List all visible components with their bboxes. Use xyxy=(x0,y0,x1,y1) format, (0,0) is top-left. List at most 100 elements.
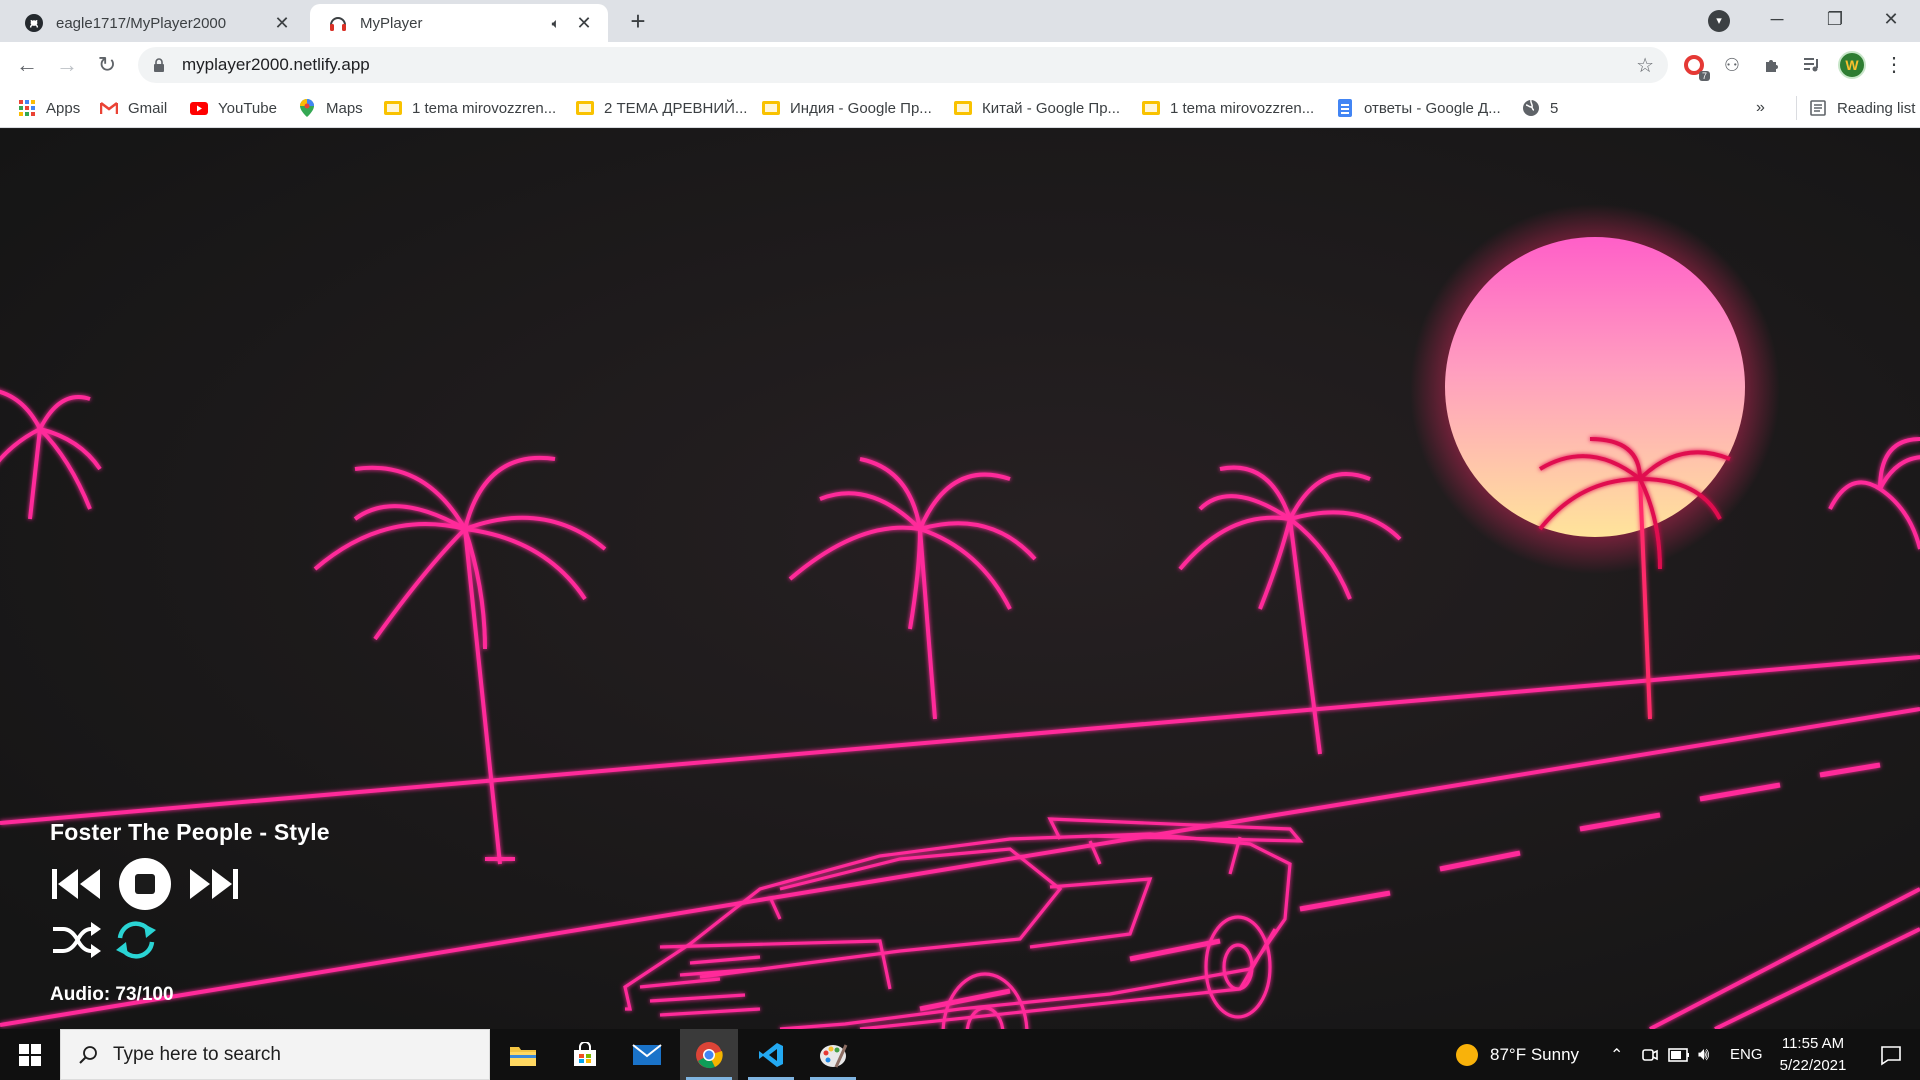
bookmark-label: Maps xyxy=(326,99,363,117)
docs-icon xyxy=(1336,99,1354,117)
github-icon xyxy=(24,13,44,33)
search-icon xyxy=(77,1044,99,1066)
bookmark-slides-1[interactable]: 1 tema mirovozzren... xyxy=(384,96,556,120)
globe-icon xyxy=(1522,99,1540,117)
bookmark-docs[interactable]: ответы - Google Д... xyxy=(1336,96,1501,120)
bookmark-gmail[interactable]: Gmail xyxy=(100,96,167,120)
headphones-icon xyxy=(328,13,348,33)
store-icon xyxy=(574,1041,596,1066)
youtube-icon xyxy=(190,99,208,117)
bookmark-label: ответы - Google Д... xyxy=(1364,99,1501,117)
reading-list-button[interactable]: Reading list xyxy=(1796,96,1915,120)
skip-back-icon xyxy=(52,869,100,899)
close-window-icon[interactable]: ✕ xyxy=(1862,0,1920,40)
vscode-app[interactable] xyxy=(742,1029,800,1080)
search-placeholder: Type here to search xyxy=(113,1043,281,1065)
meet-now-icon[interactable] xyxy=(1640,1029,1658,1080)
skip-forward-icon xyxy=(190,869,238,899)
clock-time: 11:55 AM xyxy=(1781,1035,1845,1052)
chrome-app[interactable] xyxy=(680,1029,738,1080)
clock-date: 5/22/2021 xyxy=(1779,1057,1847,1074)
notification-center-icon[interactable] xyxy=(1862,1029,1920,1080)
url-text[interactable]: myplayer2000.netlify.app xyxy=(182,55,1636,75)
previous-track-button[interactable] xyxy=(50,863,104,905)
tab-strip: eagle1717/MyPlayer2000 ✕ MyPlayer 🔈︎ ✕ +… xyxy=(0,0,1920,42)
bookmark-label: Gmail xyxy=(128,99,168,117)
extension-badge: 7 xyxy=(1698,71,1710,81)
minimize-icon[interactable]: ─ xyxy=(1748,0,1806,40)
next-track-button[interactable] xyxy=(186,863,240,905)
start-button[interactable] xyxy=(0,1029,60,1080)
maps-pin-icon xyxy=(298,99,316,117)
volume-icon[interactable]: 🔊︎ xyxy=(1698,1029,1709,1080)
language-indicator[interactable]: ENG xyxy=(1730,1029,1763,1080)
slides-icon xyxy=(384,99,402,117)
windows-taskbar: Type here to search 87°F Sunny ⌃ 🔊︎ ENG … xyxy=(0,1029,1920,1080)
reading-list-label: Reading list xyxy=(1837,99,1916,117)
media-control-icon[interactable] xyxy=(1798,51,1826,79)
restore-icon[interactable]: ❐ xyxy=(1806,0,1864,40)
bookmark-apps[interactable]: Apps xyxy=(18,96,80,120)
bookmark-star-icon[interactable]: ☆ xyxy=(1636,53,1654,78)
bookmark-label: 2 ТЕМА ДРЕВНИЙ... xyxy=(604,99,748,117)
mode-controls xyxy=(50,914,370,966)
sun-weather-icon xyxy=(1456,1043,1478,1066)
more-bookmarks-icon[interactable]: » xyxy=(1756,96,1765,120)
bookmark-globe[interactable]: 5 xyxy=(1522,96,1558,120)
close-tab-icon[interactable]: ✕ xyxy=(272,13,292,34)
speaker-icon[interactable]: 🔈︎ xyxy=(552,15,560,32)
tab-myplayer[interactable]: MyPlayer 🔈︎ ✕ xyxy=(310,4,608,42)
tab-search-icon[interactable]: ▾ xyxy=(1708,10,1730,32)
player-panel: Foster The People - Style Audio: 73/100 xyxy=(50,819,370,1006)
profile-avatar[interactable]: W xyxy=(1838,51,1866,79)
stop-button[interactable] xyxy=(118,857,172,911)
playback-controls xyxy=(50,856,370,912)
paint-icon xyxy=(820,1043,848,1068)
repeat-button[interactable] xyxy=(110,917,162,963)
taskbar-search-box[interactable]: Type here to search xyxy=(60,1029,490,1080)
song-title: Foster The People - Style xyxy=(50,819,330,845)
more-menu-icon[interactable]: ⋮ xyxy=(1880,51,1908,79)
shuffle-button[interactable] xyxy=(50,917,104,963)
bookmarks-bar: Apps Gmail YouTube Maps 1 tema mirovozzr… xyxy=(0,88,1920,128)
bookmark-youtube[interactable]: YouTube xyxy=(190,96,277,120)
bookmark-slides-3[interactable]: Индия - Google Пр... xyxy=(762,96,932,120)
paint-app[interactable] xyxy=(804,1029,862,1080)
stop-icon xyxy=(119,858,171,910)
file-explorer-app[interactable] xyxy=(494,1029,552,1080)
reading-list-icon xyxy=(1809,99,1827,117)
mail-app[interactable] xyxy=(618,1029,676,1080)
slides-icon xyxy=(1142,99,1160,117)
bookmark-slides-2[interactable]: 2 ТЕМА ДРЕВНИЙ... xyxy=(576,96,747,120)
bookmark-label: 1 tema mirovozzren... xyxy=(412,99,557,117)
new-tab-button[interactable]: + xyxy=(622,6,654,38)
chrome-icon xyxy=(696,1041,723,1068)
back-arrow-icon[interactable]: ← xyxy=(12,50,42,80)
bookmark-slides-4[interactable]: Китай - Google Пр... xyxy=(954,96,1120,120)
tab-title: eagle1717/MyPlayer2000 xyxy=(56,14,227,32)
forward-arrow-icon[interactable]: → xyxy=(52,50,82,80)
bookmark-maps[interactable]: Maps xyxy=(298,96,363,120)
weather-widget[interactable]: 87°F Sunny xyxy=(1456,1029,1579,1080)
page-viewport: Foster The People - Style Audio: 73/100 xyxy=(0,129,1920,1029)
address-bar[interactable]: myplayer2000.netlify.app ☆ xyxy=(138,47,1668,83)
bookmark-label: Китай - Google Пр... xyxy=(982,99,1121,117)
bookmark-label: YouTube xyxy=(218,99,277,117)
lock-icon[interactable] xyxy=(150,56,168,74)
store-app[interactable] xyxy=(556,1029,614,1080)
gamepad-extension-icon[interactable]: ⚇ xyxy=(1718,51,1746,79)
puzzle-extensions-icon[interactable] xyxy=(1758,51,1786,79)
weather-text: 87°F Sunny xyxy=(1490,1044,1580,1064)
system-clock[interactable]: 11:55 AM 5/22/2021 xyxy=(1768,1033,1858,1077)
mail-icon xyxy=(632,1043,662,1065)
gmail-icon xyxy=(100,99,118,117)
show-hidden-icons[interactable]: ⌃ xyxy=(1610,1029,1623,1080)
reload-icon[interactable]: ↻ xyxy=(92,50,122,80)
slides-icon xyxy=(576,99,594,117)
opera-extension-icon[interactable]: 7 xyxy=(1680,51,1710,81)
battery-icon[interactable] xyxy=(1668,1029,1690,1080)
close-tab-icon[interactable]: ✕ xyxy=(574,13,594,34)
bookmark-slides-5[interactable]: 1 tema mirovozzren... xyxy=(1142,96,1314,120)
tab-github[interactable]: eagle1717/MyPlayer2000 ✕ xyxy=(6,4,306,42)
windows-logo-icon xyxy=(19,1043,41,1066)
